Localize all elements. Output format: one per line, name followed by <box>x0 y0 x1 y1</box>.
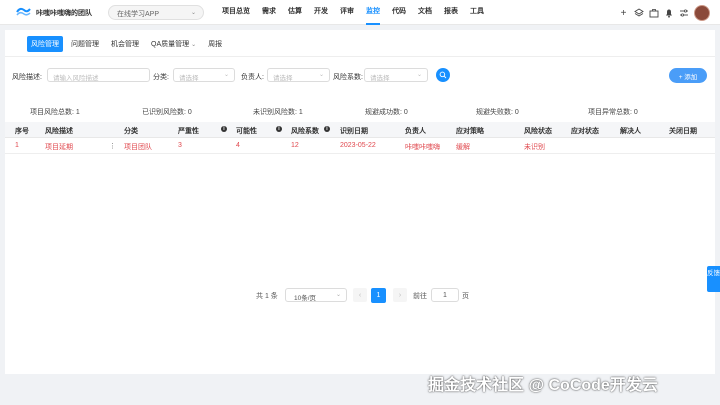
table-row[interactable]: 1 项目延期 ⋮ 项目团队 3 4 12 2023-05-22 咔嗤咔嗤嗨 缓解… <box>5 138 715 154</box>
layers-icon[interactable] <box>633 8 644 19</box>
add-button[interactable]: + 添加 <box>669 68 707 83</box>
pagination-total: 共 1 条 <box>256 293 278 300</box>
coef-select[interactable]: 请选择 ⌄ <box>364 68 428 82</box>
risk-desc-input[interactable]: 请输入风险描述 <box>47 68 150 82</box>
app-select-value: 在线学习APP <box>117 11 160 18</box>
plus-icon[interactable]: + <box>618 8 629 19</box>
chevron-down-icon: ⌄ <box>416 72 422 78</box>
page-suffix: 页 <box>462 293 469 300</box>
avatar[interactable] <box>694 5 710 21</box>
th-risk-status: 风险状态 <box>524 128 552 135</box>
tab-issue-management[interactable]: 问题管理 <box>67 36 103 52</box>
nav-code[interactable]: 代码 <box>392 0 406 25</box>
divider <box>5 56 715 57</box>
stat-avoid-fail: 规避失败数: 0 <box>476 109 519 116</box>
nav-reports[interactable]: 报表 <box>444 0 458 25</box>
th-desc: 风险描述 <box>45 128 73 135</box>
team-name[interactable]: 咔嗤咔嗤嗨的团队 <box>36 8 92 18</box>
chevron-down-icon: ⌄ <box>335 292 341 298</box>
watermark: 掘金技术社区 @ CoCode开发云 <box>428 377 658 394</box>
feedback-button[interactable]: 反馈 <box>707 266 720 292</box>
more-icon[interactable]: ⋮ <box>109 142 116 150</box>
tab-opportunity-management[interactable]: 机会管理 <box>107 36 143 52</box>
tab-qa-management[interactable]: QA质量管理 ⌄ <box>147 36 200 52</box>
nav-tools[interactable]: 工具 <box>470 0 484 25</box>
top-header: 咔嗤咔嗤嗨的团队 在线学习APP ⌄ 项目总览 需求 估算 开发 评审 监控 代… <box>0 0 720 25</box>
tab-qa-label: QA质量管理 <box>151 41 190 48</box>
bell-icon[interactable] <box>663 8 674 19</box>
cell-category: 项目团队 <box>124 144 152 151</box>
owner-select[interactable]: 请选择 ⌄ <box>267 68 330 82</box>
th-probability: 可能性 <box>236 128 257 135</box>
nav-development[interactable]: 开发 <box>314 0 328 25</box>
page-size-value: 10条/页 <box>294 295 317 302</box>
th-category: 分类 <box>124 128 138 135</box>
cell-date: 2023-05-22 <box>340 142 376 149</box>
chevron-down-icon: ⌄ <box>318 72 324 78</box>
filter-owner-label: 负责人: <box>241 74 264 81</box>
info-icon[interactable]: i <box>321 126 330 133</box>
main-panel: 风险管理 问题管理 机会管理 QA质量管理 ⌄ 周报 风险描述: 请输入风险描述 … <box>5 30 715 374</box>
th-coef: 风险系数 <box>291 128 319 135</box>
th-close-date: 关闭日期 <box>669 128 697 135</box>
sliders-icon[interactable] <box>678 8 689 19</box>
th-owner: 负责人 <box>405 128 426 135</box>
category-select[interactable]: 请选择 ⌄ <box>173 68 235 82</box>
info-icon[interactable]: i <box>218 126 227 133</box>
cell-strategy: 缓解 <box>456 144 470 151</box>
tab-risk-management[interactable]: 风险管理 <box>27 36 63 52</box>
stat-unidentified: 未识别风险数: 1 <box>253 109 303 116</box>
cell-owner: 咔嗤咔嗤嗨 <box>405 144 440 151</box>
stat-avoid-success: 规避成功数: 0 <box>365 109 408 116</box>
page-size-select[interactable]: 10条/页 ⌄ <box>285 288 347 302</box>
nav-requirements[interactable]: 需求 <box>262 0 276 25</box>
nav-overview[interactable]: 项目总览 <box>222 0 250 25</box>
filter-coef-label: 风险系数: <box>333 74 363 81</box>
table-header: 序号 风险描述 分类 严重性 i 可能性 i 风险系数 i 识别日期 负责人 应… <box>5 122 715 138</box>
nav-estimation[interactable]: 估算 <box>288 0 302 25</box>
cell-coef: 12 <box>291 142 299 149</box>
stat-identified: 已识别风险数: 0 <box>142 109 192 116</box>
risk-desc-placeholder: 请输入风险描述 <box>53 75 99 82</box>
next-page-button[interactable]: › <box>393 288 407 302</box>
cell-risk-status: 未识别 <box>524 144 545 151</box>
app-select[interactable]: 在线学习APP ⌄ <box>108 5 204 20</box>
tab-weekly-report[interactable]: 周报 <box>204 36 226 52</box>
logo-icon[interactable] <box>16 7 31 17</box>
chevron-down-icon: ⌄ <box>191 42 197 48</box>
prev-page-button[interactable]: ‹ <box>353 288 367 302</box>
nav-monitoring[interactable]: 监控 <box>366 0 380 25</box>
sub-tabs: 风险管理 问题管理 机会管理 QA质量管理 ⌄ 周报 <box>27 36 230 52</box>
category-placeholder: 请选择 <box>179 75 199 82</box>
chevron-down-icon: ⌄ <box>223 72 229 78</box>
header-actions: + <box>614 5 710 21</box>
nav-docs[interactable]: 文档 <box>418 0 432 25</box>
th-date: 识别日期 <box>340 128 368 135</box>
main-nav: 项目总览 需求 估算 开发 评审 监控 代码 文档 报表 工具 <box>222 0 496 25</box>
search-button[interactable] <box>436 68 450 82</box>
cell-index: 1 <box>15 142 19 149</box>
filter-desc-label: 风险描述: <box>12 74 42 81</box>
stat-exceptions: 项目异常总数: 0 <box>588 109 638 116</box>
goto-page-input[interactable]: 1 <box>431 288 459 302</box>
th-severity: 严重性 <box>178 128 199 135</box>
cell-severity: 3 <box>178 142 182 149</box>
owner-placeholder: 请选择 <box>273 75 293 82</box>
cell-desc[interactable]: 项目延期 <box>45 142 73 152</box>
goto-label: 前往 <box>413 293 427 300</box>
stat-total-risks: 项目风险总数: 1 <box>30 109 80 116</box>
page-current[interactable]: 1 <box>371 288 386 303</box>
search-icon <box>439 71 447 79</box>
th-strategy: 应对策略 <box>456 128 484 135</box>
nav-review[interactable]: 评审 <box>340 0 354 25</box>
th-index: 序号 <box>15 128 29 135</box>
cell-probability: 4 <box>236 142 240 149</box>
coef-placeholder: 请选择 <box>370 75 390 82</box>
info-icon[interactable]: i <box>273 126 282 133</box>
filter-category-label: 分类: <box>153 74 169 81</box>
briefcase-icon[interactable] <box>648 8 659 19</box>
th-response-status: 应对状态 <box>571 128 599 135</box>
th-resolver: 解决人 <box>620 128 641 135</box>
chevron-down-icon: ⌄ <box>190 10 196 16</box>
